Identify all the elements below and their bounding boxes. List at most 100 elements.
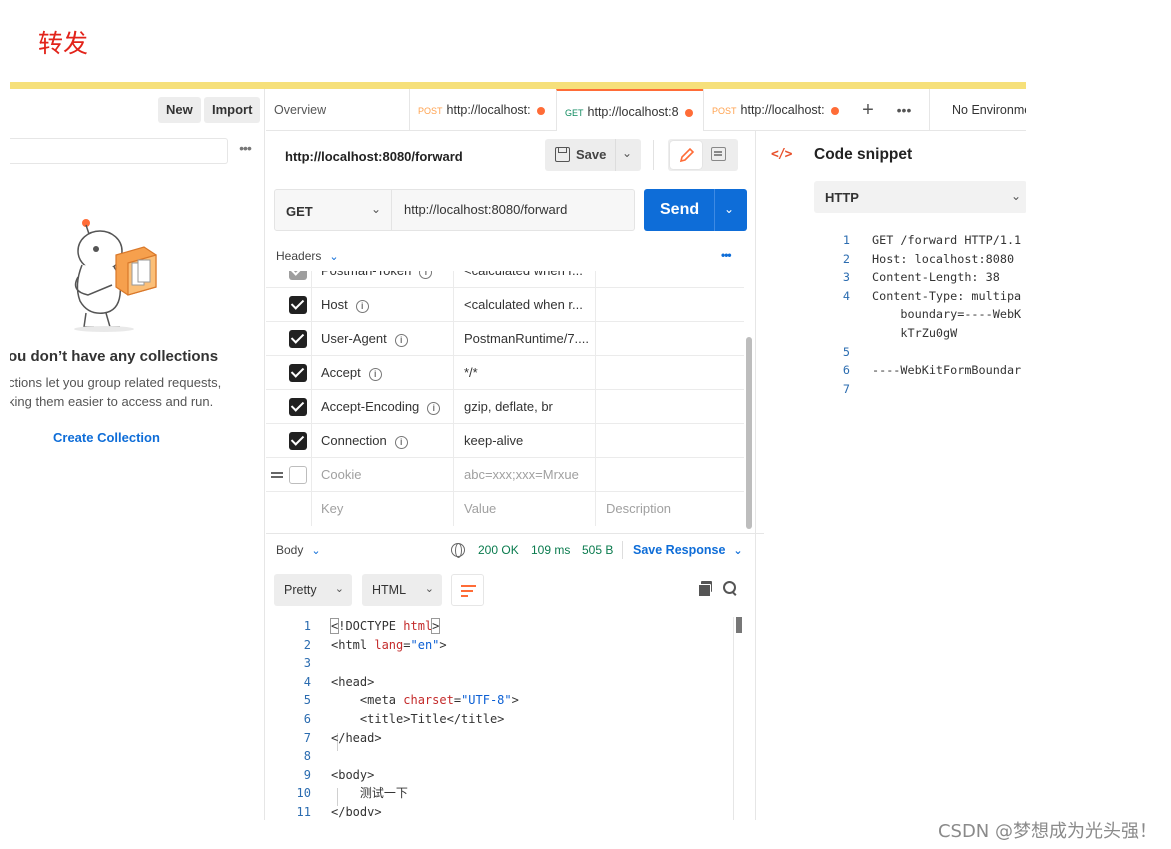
checkbox[interactable] — [289, 432, 307, 450]
header-key: Accept-Encoding i — [312, 390, 454, 424]
description-placeholder[interactable]: Description — [596, 492, 744, 526]
checkbox[interactable] — [289, 296, 307, 314]
tabs-more-icon[interactable]: ••• — [894, 89, 914, 131]
checkbox[interactable] — [289, 330, 307, 348]
checkbox[interactable] — [289, 364, 307, 382]
create-collection-link[interactable]: Create Collection — [53, 430, 160, 445]
documentation-icon[interactable] — [711, 147, 726, 161]
response-size[interactable]: 505 B — [582, 543, 613, 557]
header-key[interactable]: Cookie — [312, 458, 454, 492]
tab-overview[interactable]: Overview — [274, 89, 326, 131]
environment-select[interactable]: No Environme — [929, 89, 1026, 131]
snippet-language-select[interactable]: HTTP ⌄ — [814, 181, 1026, 213]
table-row: Accept-Encoding i gzip, deflate, br — [266, 390, 744, 424]
header-description[interactable]: ✕ — [596, 458, 744, 492]
header-value[interactable]: <calculated when r... — [454, 271, 596, 288]
send-button[interactable]: Send ⌄ — [644, 189, 747, 231]
tab-request-1[interactable]: POST http://localhost: — [409, 89, 556, 131]
search-icon[interactable] — [722, 580, 738, 596]
header-description[interactable] — [596, 390, 744, 424]
tab-method: POST — [712, 106, 737, 116]
copy-icon[interactable] — [698, 581, 712, 597]
wrap-icon-line — [461, 590, 473, 592]
request-tabs-bar: Overview POST http://localhost: GET http:/… — [266, 89, 1026, 131]
save-button[interactable]: Save ⌄ — [545, 139, 641, 171]
empty-collections-illustration — [74, 219, 157, 332]
new-tab-plus-icon[interactable]: + — [858, 89, 878, 131]
globe-icon[interactable] — [451, 543, 465, 558]
header-description[interactable] — [596, 424, 744, 458]
value-placeholder[interactable]: Value — [454, 492, 596, 526]
method-select[interactable]: GET ⌄ — [274, 189, 392, 231]
key-placeholder[interactable]: Key — [312, 492, 454, 526]
send-divider — [714, 189, 715, 231]
info-icon: i — [419, 271, 433, 279]
tab-label: http://localhost: — [740, 103, 825, 117]
tab-request-3[interactable]: POST http://localhost: — [703, 89, 848, 131]
line-text: <!DOCTYPE html> — [330, 618, 441, 634]
line-number: 7 — [303, 730, 311, 745]
chevron-down-icon: ⌄ — [424, 583, 434, 595]
edit-mode-button[interactable] — [670, 141, 702, 169]
header-key-text: Accept — [321, 365, 361, 380]
url-input[interactable]: http://localhost:8080/forward — [392, 189, 635, 231]
header-value[interactable]: */* — [454, 356, 596, 390]
chevron-down-icon[interactable]: ⌄ — [724, 202, 734, 216]
line-number: 5 — [842, 344, 850, 359]
checkbox[interactable] — [289, 466, 307, 484]
pretty-format-select[interactable]: Pretty ⌄ — [274, 574, 352, 606]
header-value[interactable]: abc=xxx;xxx=Mrxue — [454, 458, 596, 492]
line-text: boundary=----WebK — [872, 307, 1022, 322]
line-number: 2 — [303, 637, 311, 652]
save-response-button[interactable]: Save Response ⌄ — [633, 543, 743, 557]
request-title[interactable]: http://localhost:8080/forward — [285, 149, 463, 164]
checkbox[interactable] — [289, 271, 307, 280]
info-icon: i — [368, 368, 382, 381]
header-description[interactable] — [596, 288, 744, 322]
code-scrollbar-thumb[interactable] — [736, 617, 742, 633]
unsaved-dot-icon — [830, 106, 839, 115]
checkbox[interactable] — [289, 398, 307, 416]
toolbar-divider — [653, 140, 654, 170]
method-label: GET — [286, 204, 313, 219]
line-text: Content-Length: 38 — [872, 270, 1000, 285]
header-key-text: User-Agent — [321, 331, 387, 346]
top-accent-bar — [10, 82, 1026, 89]
header-value[interactable]: gzip, deflate, br — [454, 390, 596, 424]
tab-request-2[interactable]: GET http://localhost:8 — [556, 89, 703, 131]
code-snippet-text[interactable]: 1 GET /forward HTTP/1.1 2 Host: localhost:8… — [814, 231, 1026, 411]
code-scrollbar[interactable] — [733, 617, 734, 820]
response-body-toggle[interactable]: Body ⌄ — [276, 543, 321, 557]
line-number: 4 — [303, 674, 311, 689]
headers-more-icon[interactable]: ••• — [721, 248, 732, 262]
wrap-lines-button[interactable] — [451, 574, 484, 606]
header-value[interactable]: <calculated when r... — [454, 288, 596, 322]
info-icon: i — [427, 402, 441, 415]
header-description[interactable] — [596, 271, 744, 288]
language-select[interactable]: HTML ⌄ — [362, 574, 442, 606]
empty-collections-text-line-2: king them easier to access and run. — [10, 394, 214, 409]
empty-collections-text-line-1: ctions let you group related requests, — [10, 375, 222, 390]
drag-handle-icon[interactable] — [271, 469, 283, 481]
header-value[interactable]: keep-alive — [454, 424, 596, 458]
line-number: 6 — [842, 363, 850, 378]
header-description[interactable] — [596, 322, 744, 356]
headers-scrollbar-thumb[interactable] — [746, 337, 752, 529]
line-text: GET /forward HTTP/1.1 — [872, 233, 1022, 247]
import-button[interactable]: Import — [204, 97, 261, 123]
language-label: HTML — [372, 583, 407, 597]
header-value[interactable]: PostmanRuntime/7.... — [454, 322, 596, 356]
response-code-view[interactable]: 1 <!DOCTYPE html> 2 <html lang="en"> 3 4 <head… — [266, 617, 744, 820]
chevron-down-icon: ⌄ — [311, 545, 321, 557]
chevron-down-icon: ⌄ — [334, 583, 344, 595]
chevron-down-icon[interactable]: ⌄ — [622, 146, 632, 160]
sidebar-more-icon[interactable]: ••• — [236, 141, 254, 159]
response-time[interactable]: 109 ms — [531, 543, 570, 557]
status-code[interactable]: 200 OK — [478, 543, 519, 557]
header-description[interactable] — [596, 356, 744, 390]
code-icon[interactable]: </> — [771, 147, 793, 162]
new-button[interactable]: New — [158, 97, 201, 123]
headers-section-toggle[interactable]: Headers ⌄ — [276, 249, 339, 263]
line-text: </head> — [331, 730, 382, 745]
collections-filter-input[interactable] — [10, 138, 228, 164]
